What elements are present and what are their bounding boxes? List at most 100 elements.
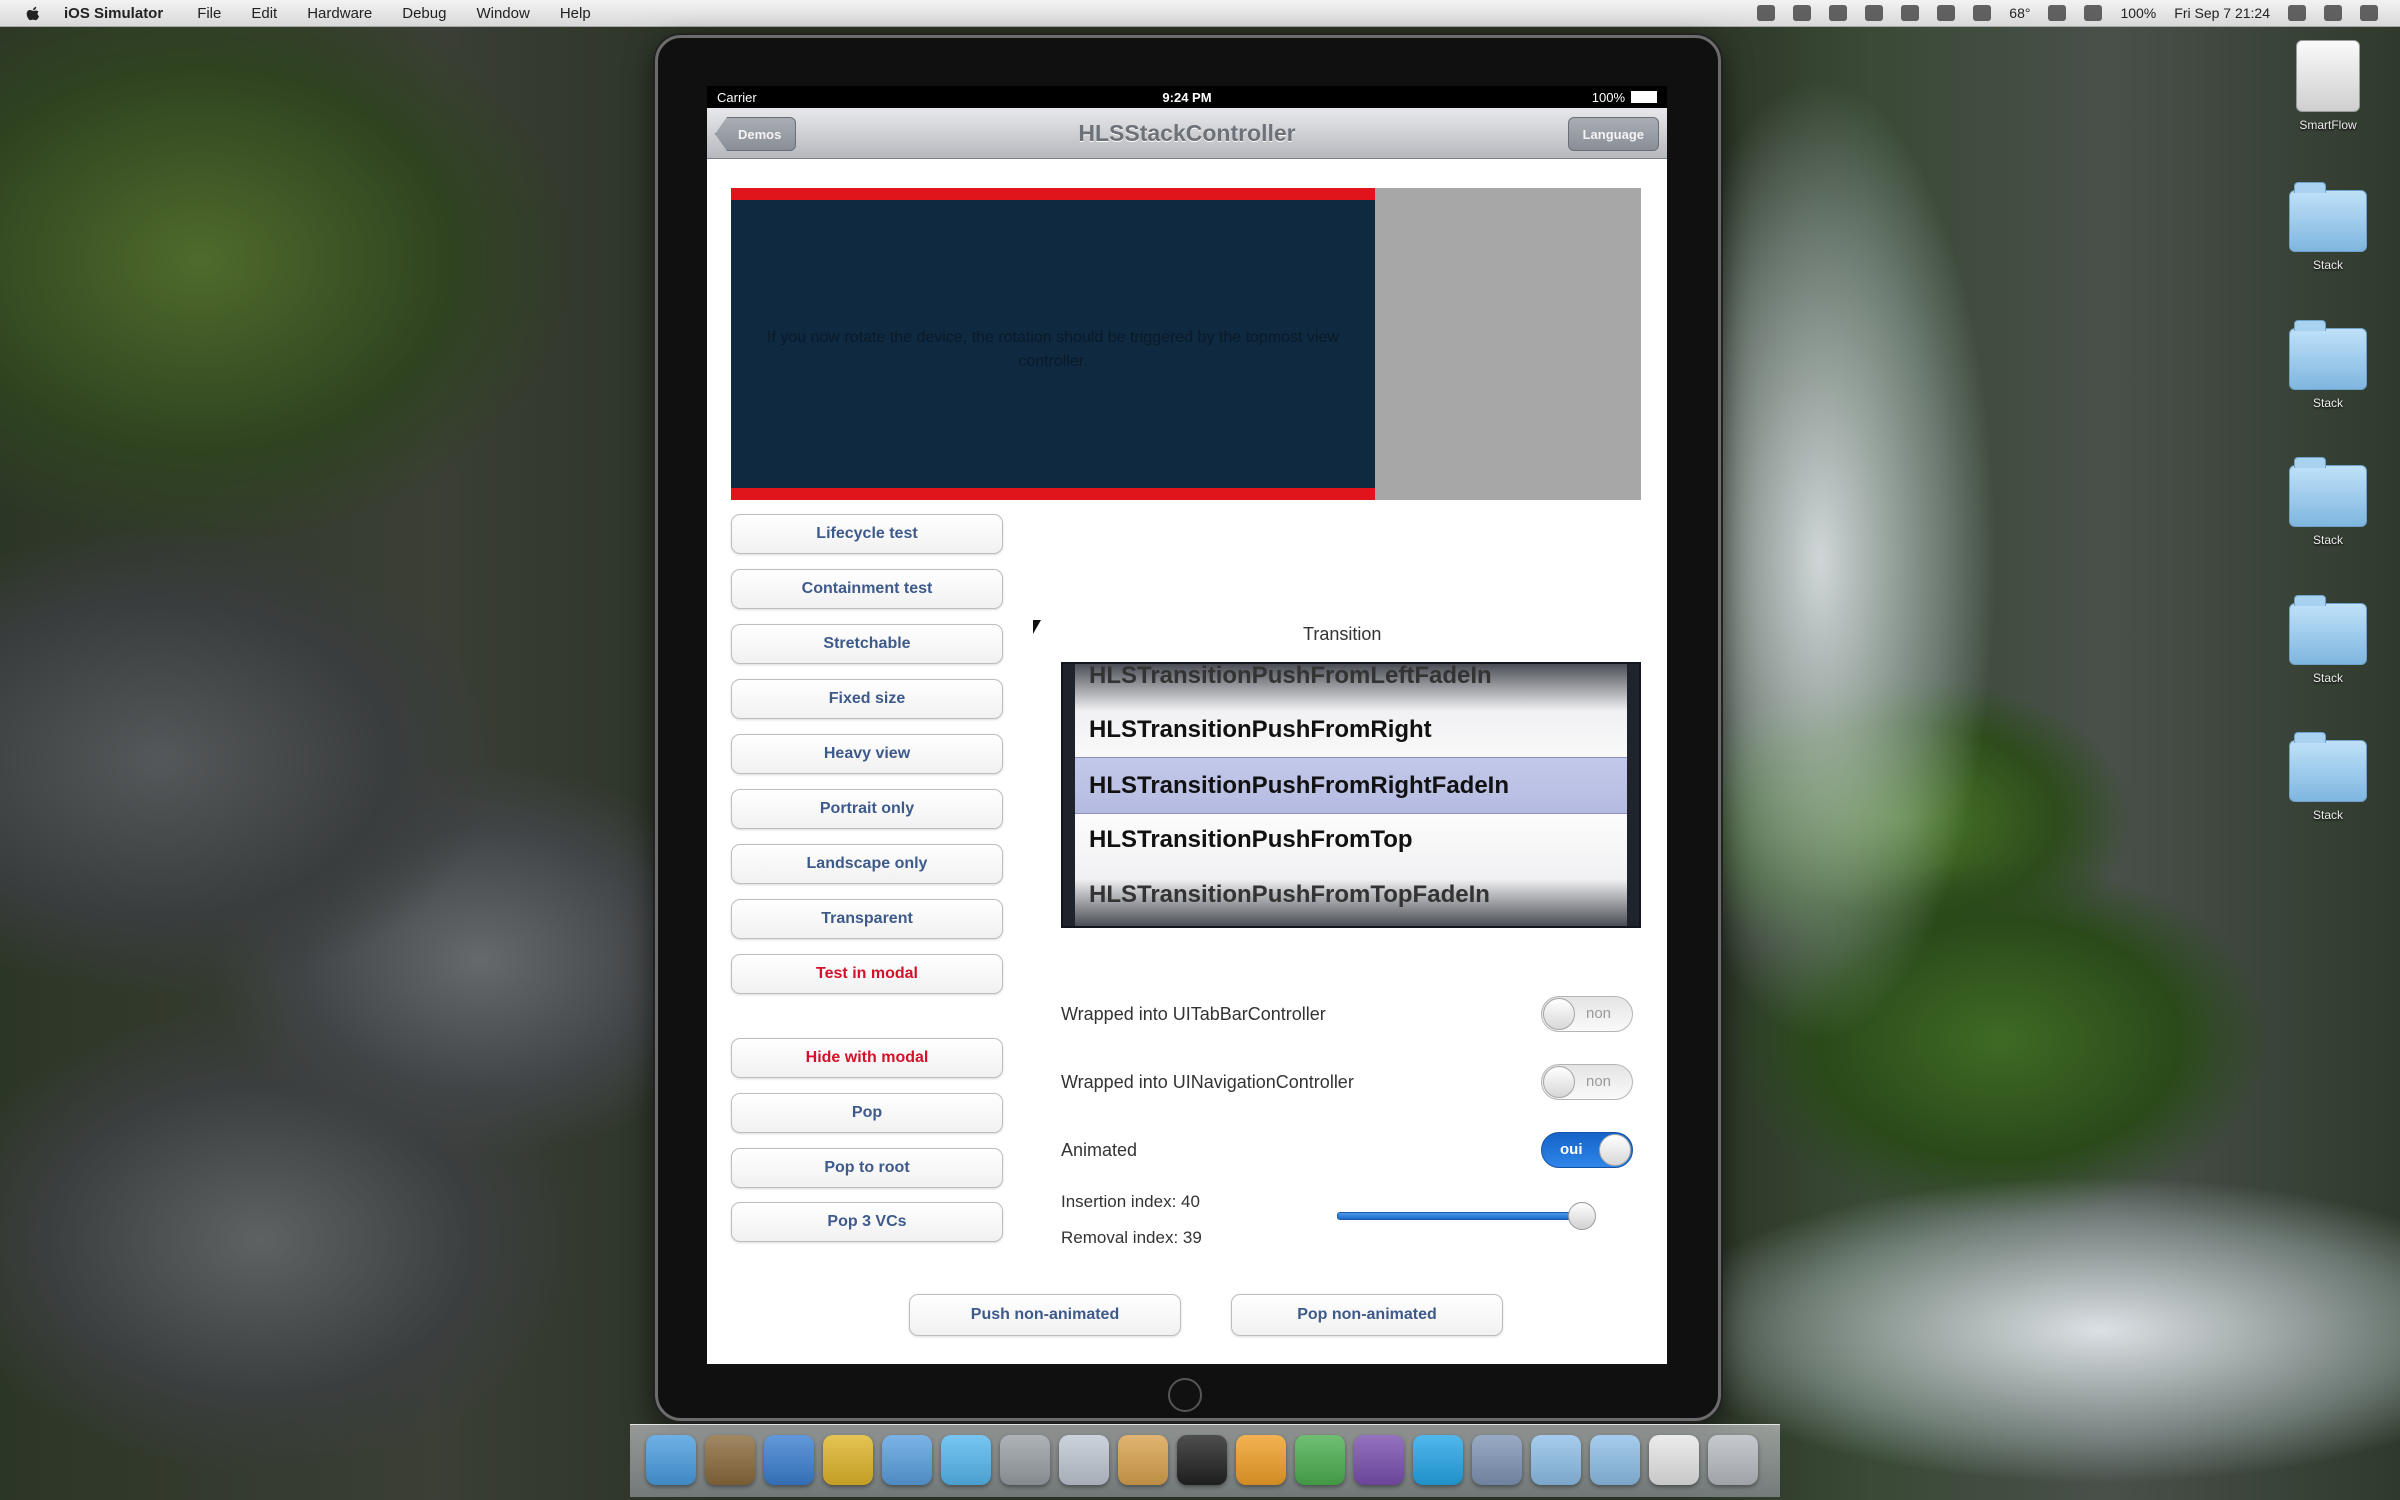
skype-app-icon[interactable] [1413,1435,1463,1485]
menu-help[interactable]: Help [560,5,591,22]
picker-option[interactable]: HLSTransitionPushFromRight [1075,702,1627,757]
back-button[interactable]: Demos [715,117,797,151]
desktop-icon-label: Stack [2312,671,2343,685]
desktop-folder-icon[interactable]: Stack [2283,457,2373,547]
desktop-folder-icon[interactable]: Stack [2283,732,2373,822]
menu-window[interactable]: Window [476,5,529,22]
utilities-app-icon[interactable] [1000,1435,1050,1485]
xcode-app-icon[interactable] [764,1435,814,1485]
transparent-button[interactable]: Transparent [731,899,1003,939]
hide-with-modal-button[interactable]: Hide with modal [731,1038,1003,1078]
lock-icon[interactable] [1937,5,1956,21]
slider-thumb[interactable] [1568,1202,1597,1230]
picker-option-selected[interactable]: HLSTransitionPushFromRightFadeIn [1075,757,1627,814]
mouse-cursor [1033,620,1041,634]
folder-icon [2289,595,2367,665]
temperature-readout[interactable]: 68° [2009,5,2030,21]
notification-center-icon[interactable] [2360,5,2378,21]
ipad-screen: Carrier 9:24 PM 100% Demos HLSStackContr… [707,86,1667,1364]
user-account-icon[interactable] [2288,5,2306,21]
language-button[interactable]: Language [1567,117,1659,151]
screen-icon[interactable] [1757,5,1776,21]
containment-test-button[interactable]: Containment test [731,569,1003,609]
switch-knob [1543,998,1575,1030]
landscape-only-button[interactable]: Landscape only [731,844,1003,884]
portrait-only-button[interactable]: Portrait only [731,789,1003,829]
menu-extras: 68° 100% Fri Sep 7 21:24 [1757,5,2378,21]
growl-app-icon[interactable] [1295,1435,1345,1485]
desktop-icon-label: Stack [2312,258,2343,272]
push-non-animated-button[interactable]: Push non-animated [909,1294,1181,1336]
lifecycle-test-button[interactable]: Lifecycle test [731,514,1003,554]
ios-clock: 9:24 PM [1162,89,1212,105]
timer-icon[interactable] [1829,5,1848,21]
pop-non-animated-button[interactable]: Pop non-animated [1231,1294,1503,1336]
photos-app-icon[interactable] [1236,1435,1286,1485]
mac-menu-bar: iOS Simulator File Edit Hardware Debug W… [0,0,2400,27]
trash-app-icon[interactable] [1708,1435,1758,1485]
home-button[interactable] [1168,1378,1202,1412]
picker-option[interactable]: HLSTransitionPushFromLeftFadeIn [1075,664,1627,703]
apple-menu-icon[interactable] [22,4,44,22]
menubar-clock[interactable]: Fri Sep 7 21:24 [2174,5,2270,21]
transition-picker[interactable]: HLSTransitionPushFromLeftFadeIn HLSTrans… [1061,662,1641,928]
index-slider[interactable] [1337,1202,1597,1230]
zip-app-icon[interactable] [1354,1435,1404,1485]
messages-app-icon[interactable] [941,1435,991,1485]
transition-label: Transition [1303,624,1382,644]
removal-index-label: Removal index: 39 [1061,1228,1202,1247]
finder-app-icon[interactable] [646,1435,696,1485]
desktop-icon-label: SmartFlow [2299,118,2357,132]
user-icon[interactable] [1901,5,1920,21]
page-title: HLSStackController [1078,119,1296,146]
picker-option[interactable]: HLSTransitionPushFromTop [1075,812,1627,867]
desktop-folder-icon[interactable]: Stack [2283,320,2373,410]
folder-icon [2289,457,2367,527]
docs-app-icon[interactable] [1649,1435,1699,1485]
folder-app-icon[interactable] [1590,1435,1640,1485]
switch-state-text: oui [1560,1141,1583,1158]
bluetooth-icon[interactable] [1973,5,1992,21]
mail-app-icon[interactable] [1059,1435,1109,1485]
folder-icon [2289,182,2367,252]
network-app-icon[interactable] [1472,1435,1522,1485]
picker-option[interactable]: HLSTransitionPushFromTopFadeIn [1075,867,1627,922]
volume-icon[interactable] [2084,5,2103,21]
terminal-app-icon[interactable] [1177,1435,1227,1485]
spotlight-icon[interactable] [2324,5,2342,21]
folder-app-icon[interactable] [1531,1435,1581,1485]
desktop-icon-label: Stack [2312,808,2343,822]
chrome-app-icon[interactable] [823,1435,873,1485]
menu-file[interactable]: File [197,5,221,22]
folder-icon [2289,320,2367,390]
shield-icon[interactable] [1793,5,1812,21]
tabbar-wrap-switch[interactable]: non [1541,996,1633,1032]
navigation-bar: Demos HLSStackController Language [707,108,1667,159]
slider-track [1337,1212,1589,1220]
desktop-drive-icon[interactable]: SmartFlow [2283,40,2373,132]
pop-to-root-button[interactable]: Pop to root [731,1148,1003,1188]
dock [630,1424,1780,1497]
wifi-icon[interactable] [2048,5,2067,21]
navigation-wrap-switch[interactable]: non [1541,1064,1633,1100]
test-in-modal-button[interactable]: Test in modal [731,954,1003,994]
stack-container-view: If you now rotate the device, the rotati… [731,188,1641,500]
pop-3-vcs-button[interactable]: Pop 3 VCs [731,1202,1003,1242]
clipboard-icon[interactable] [1865,5,1884,21]
menu-debug[interactable]: Debug [402,5,446,22]
desktop-folder-icon[interactable]: Stack [2283,182,2373,272]
stretchable-button[interactable]: Stretchable [731,624,1003,664]
menu-hardware[interactable]: Hardware [307,5,372,22]
menu-edit[interactable]: Edit [251,5,277,22]
animated-switch[interactable]: oui [1541,1132,1633,1168]
keynote-app-icon[interactable] [1118,1435,1168,1485]
preview-app-icon[interactable] [705,1435,755,1485]
fixed-size-button[interactable]: Fixed size [731,679,1003,719]
battery-readout[interactable]: 100% [2120,5,2156,21]
heavy-view-button[interactable]: Heavy view [731,734,1003,774]
ios-status-bar: Carrier 9:24 PM 100% [707,86,1667,108]
safari-app-icon[interactable] [882,1435,932,1485]
app-menu-name[interactable]: iOS Simulator [64,5,163,22]
desktop-folder-icon[interactable]: Stack [2283,595,2373,685]
pop-button[interactable]: Pop [731,1093,1003,1133]
